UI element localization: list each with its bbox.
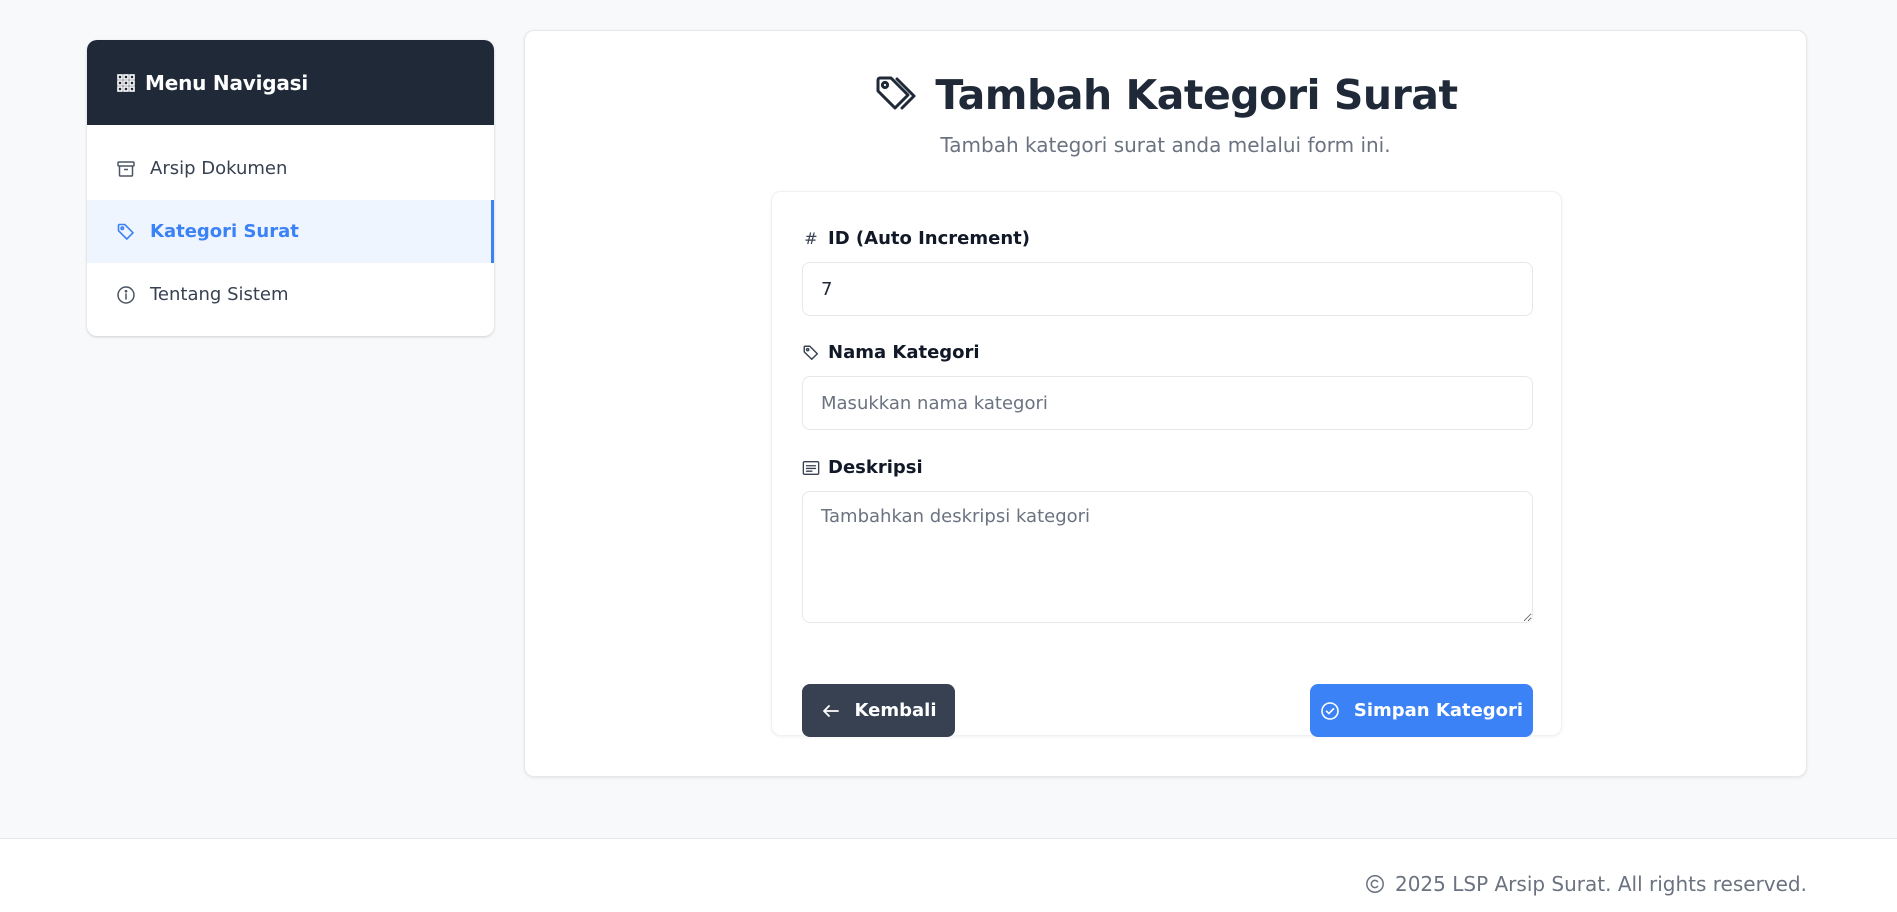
grid-icon [117,73,135,92]
deskripsi-label: Deskripsi [802,457,923,478]
id-label: # ID (Auto Increment) [802,228,1030,249]
page-subtitle: Tambah kategori surat anda melalui form … [940,133,1391,157]
back-button-label: Kembali [854,700,937,721]
check-circle-icon [1320,701,1340,721]
page-header: Tambah Kategori Surat [525,71,1806,119]
back-button[interactable]: Kembali [802,684,955,737]
sidebar-item-label: Kategori Surat [150,221,299,242]
save-button-label: Simpan Kategori [1353,700,1524,721]
sidebar: Menu Navigasi Arsip Dokumen Kategori Sur… [87,40,494,336]
tag-icon [116,222,136,242]
deskripsi-textarea[interactable] [802,491,1533,623]
sidebar-item-label: Arsip Dokumen [150,158,288,179]
sidebar-title: Menu Navigasi [145,70,309,95]
copyright-notice: 2025 LSP Arsip Surat. All rights reserve… [1365,872,1807,896]
tags-icon [873,73,917,117]
sidebar-item-label: Tentang Sistem [150,284,289,305]
archive-icon [116,159,136,179]
footer: 2025 LSP Arsip Surat. All rights reserve… [0,838,1897,912]
nama-kategori-label-text: Nama Kategori [828,342,980,363]
info-icon [116,285,136,305]
id-label-text: ID (Auto Increment) [828,228,1030,249]
sidebar-item-arsip-dokumen[interactable]: Arsip Dokumen [87,137,494,200]
nama-kategori-label: Nama Kategori [802,342,980,363]
page-title: Tambah Kategori Surat [935,71,1458,119]
sidebar-item-kategori-surat[interactable]: Kategori Surat [87,200,494,263]
arrow-left-icon [821,701,841,721]
sidebar-nav: Arsip Dokumen Kategori Surat Tentang Sis… [87,125,494,326]
id-field[interactable] [802,262,1533,316]
save-category-button[interactable]: Simpan Kategori [1310,684,1533,737]
nama-kategori-input[interactable] [802,376,1533,430]
tag-icon [802,344,820,362]
sidebar-header: Menu Navigasi [87,40,494,125]
sidebar-item-tentang-sistem[interactable]: Tentang Sistem [87,263,494,326]
copyright-icon [1365,874,1385,894]
category-form: # ID (Auto Increment) Nama Kategori [771,191,1562,737]
document-text-icon [802,459,820,477]
copyright-text: 2025 LSP Arsip Surat. All rights reserve… [1394,872,1807,896]
main-card: Tambah Kategori Surat Tambah kategori su… [524,30,1807,777]
deskripsi-label-text: Deskripsi [828,457,923,478]
hash-icon: # [804,229,818,248]
